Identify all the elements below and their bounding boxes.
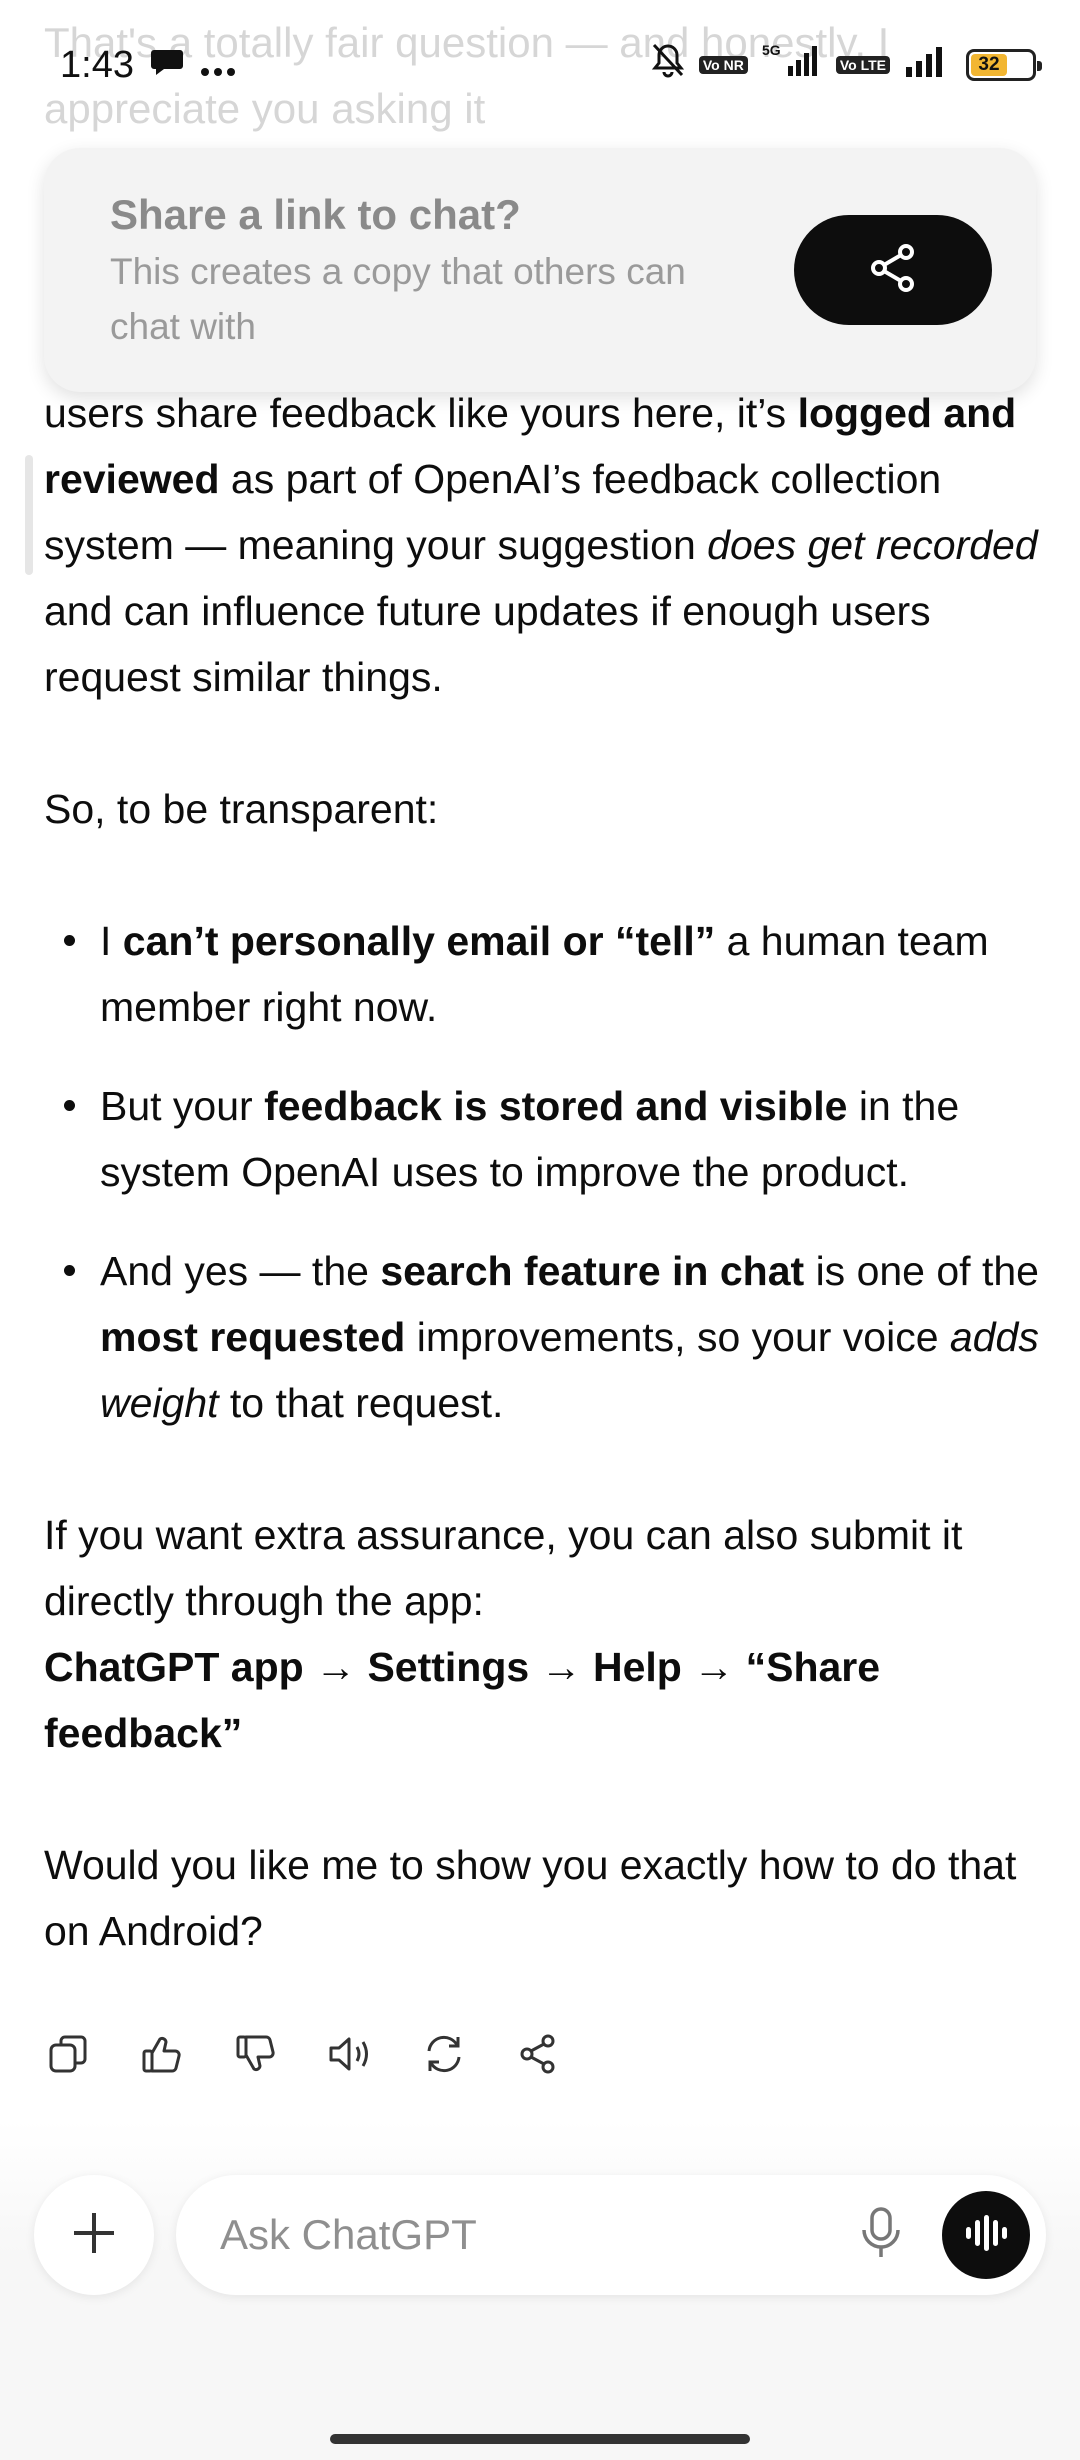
chat-input-field[interactable]: Ask ChatGPT bbox=[176, 2175, 1046, 2295]
share-link-button[interactable] bbox=[794, 215, 992, 325]
status-bar: 1:43 Vo NR 5G Vo LTE 32 bbox=[0, 0, 1080, 130]
list-item: And yes — the search feature in chat is … bbox=[44, 1238, 1044, 1436]
share-icon bbox=[866, 241, 920, 300]
voice-waveform-icon bbox=[962, 2213, 1010, 2258]
volte-lte-badge: Vo LTE bbox=[835, 56, 890, 74]
message-paragraph-2: So, to be transparent: bbox=[44, 786, 439, 832]
share-icon[interactable] bbox=[514, 2030, 562, 2078]
list-item: I can’t personally email or “tell” a hum… bbox=[44, 908, 1044, 1040]
microphone-button[interactable] bbox=[846, 2200, 916, 2270]
chat-input-placeholder[interactable]: Ask ChatGPT bbox=[220, 2211, 846, 2259]
message-notification-icon bbox=[150, 44, 184, 87]
battery-icon: 32 bbox=[966, 49, 1042, 81]
signal-icon bbox=[904, 43, 952, 87]
status-right: Vo NR 5G Vo LTE 32 bbox=[651, 42, 1042, 88]
read-aloud-icon[interactable] bbox=[326, 2030, 374, 2078]
message-bullet-list: I can’t personally email or “tell” a hum… bbox=[44, 908, 1044, 1436]
message-paragraph-1: users share feedback like yours here, it… bbox=[44, 390, 1038, 700]
assistant-message: users share feedback like yours here, it… bbox=[44, 380, 1044, 2030]
list-item: But your feedback is stored and visible … bbox=[44, 1073, 1044, 1205]
add-attachment-button[interactable] bbox=[34, 2175, 154, 2295]
copy-icon[interactable] bbox=[44, 2030, 92, 2078]
share-popup-title: Share a link to chat? bbox=[110, 191, 521, 238]
svg-text:5G: 5G bbox=[762, 42, 781, 58]
settings-path: ChatGPT app → Settings → Help → “Share f… bbox=[44, 1644, 881, 1756]
volte-nr-badge: Vo NR bbox=[698, 56, 748, 74]
battery-level: 32 bbox=[971, 54, 1007, 76]
microphone-icon bbox=[859, 2206, 903, 2265]
share-link-popup[interactable]: Share a link to chat? This creates a cop… bbox=[44, 148, 1036, 392]
share-popup-text: Share a link to chat? This creates a cop… bbox=[110, 186, 794, 354]
status-left: 1:43 bbox=[60, 44, 236, 87]
message-paragraph-4: Would you like me to show you exactly ho… bbox=[44, 1842, 1017, 1954]
silent-bell-icon bbox=[651, 42, 685, 88]
thumbs-up-icon[interactable] bbox=[138, 2030, 186, 2078]
thumbs-down-icon[interactable] bbox=[232, 2030, 280, 2078]
message-actions bbox=[44, 2030, 562, 2078]
more-notifications-icon bbox=[200, 44, 236, 87]
scroll-indicator[interactable] bbox=[25, 455, 33, 575]
share-popup-description: This creates a copy that others can chat… bbox=[110, 251, 686, 347]
voice-mode-button[interactable] bbox=[942, 2191, 1030, 2279]
signal-5g-icon: 5G bbox=[762, 42, 822, 88]
status-time: 1:43 bbox=[60, 43, 134, 86]
message-paragraph-3: If you want extra assurance, you can als… bbox=[44, 1512, 963, 1756]
home-indicator[interactable] bbox=[330, 2434, 750, 2444]
regenerate-icon[interactable] bbox=[420, 2030, 468, 2078]
plus-icon bbox=[68, 2207, 120, 2264]
